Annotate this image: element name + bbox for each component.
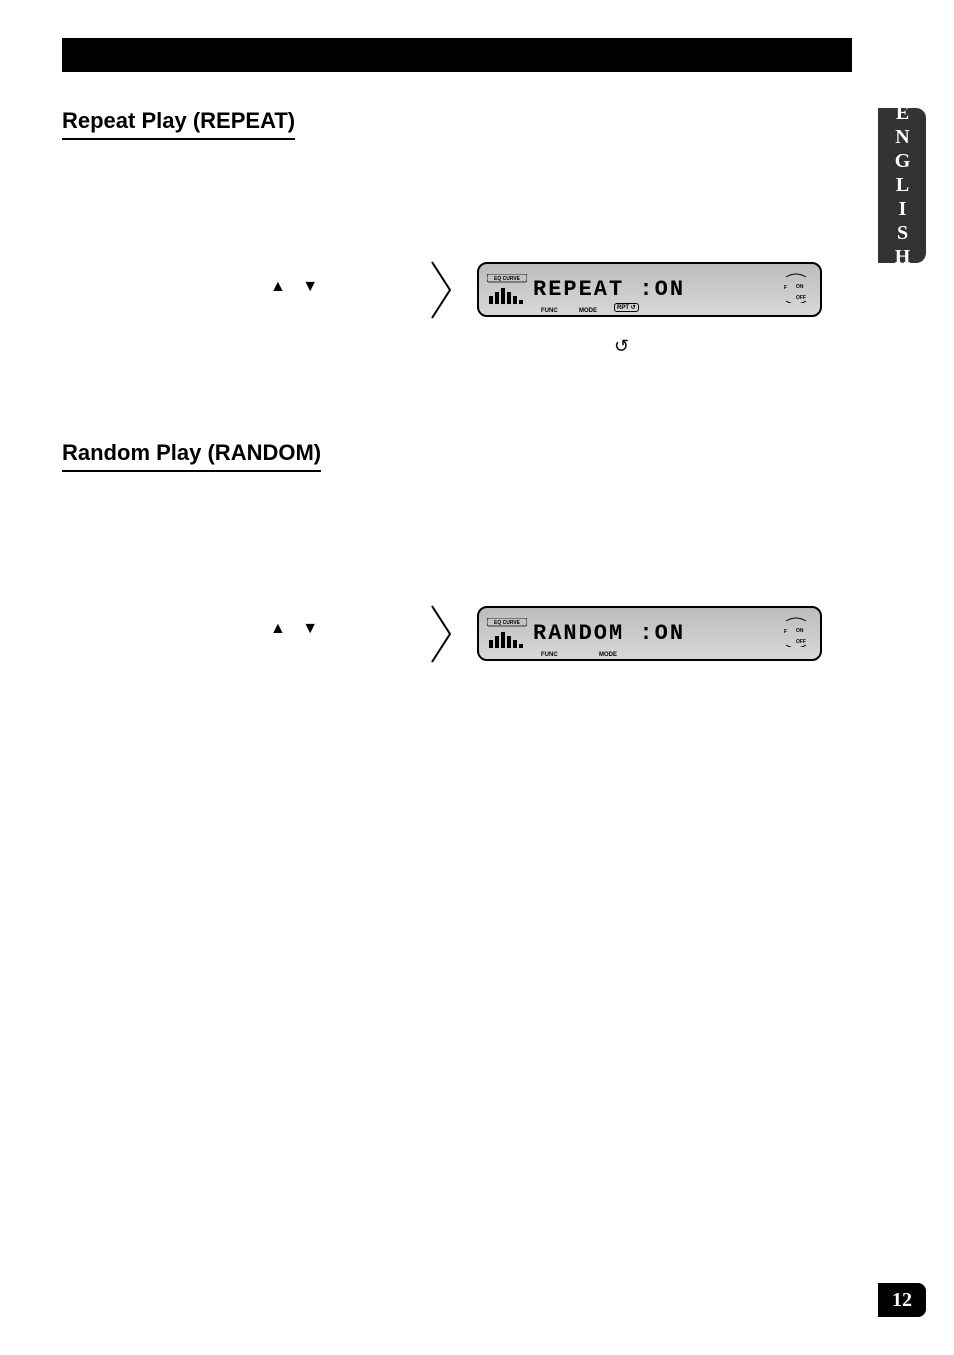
func-label: FUNC — [541, 308, 558, 314]
header-black-bar — [62, 38, 852, 72]
svg-text:ON: ON — [796, 284, 804, 290]
lcd-text: REPEAT :ON — [533, 277, 782, 302]
page-number: 12 — [878, 1283, 926, 1317]
svg-text:EQ CURVE: EQ CURVE — [494, 276, 521, 282]
repeat-callout-icon: ↺ — [614, 336, 629, 357]
chevron-right-icon — [430, 604, 454, 664]
svg-text:OFF: OFF — [796, 295, 806, 301]
rpt-label: RPT ↺ — [614, 303, 639, 312]
on-off-indicator: F ON OFF — [782, 273, 812, 306]
mode-label: MODE — [599, 652, 617, 658]
svg-text:OFF: OFF — [796, 639, 806, 645]
up-down-indicator: ▲ ▼ — [270, 278, 324, 296]
on-off-indicator: F ON OFF — [782, 617, 812, 650]
mode-label: MODE — [579, 308, 597, 314]
svg-text:ON: ON — [796, 628, 804, 634]
lcd-text: RANDOM :ON — [533, 621, 782, 646]
svg-text:F: F — [784, 629, 787, 635]
section-heading-random: Random Play (RANDOM) — [62, 440, 321, 472]
chevron-right-icon — [430, 260, 454, 320]
equalizer-icon: EQ CURVE — [487, 274, 527, 306]
section-heading-repeat: Repeat Play (REPEAT) — [62, 108, 295, 140]
equalizer-icon: EQ CURVE — [487, 618, 527, 650]
svg-text:EQ CURVE: EQ CURVE — [494, 620, 521, 626]
up-down-indicator: ▲ ▼ — [270, 620, 324, 638]
rpt-text: RPT — [617, 305, 629, 311]
lcd-display-random: EQ CURVE RANDOM :ON F ON OFF — [477, 606, 822, 661]
svg-text:F: F — [784, 285, 787, 291]
func-label: FUNC — [541, 652, 558, 658]
language-tab: ENGLISH — [878, 108, 926, 263]
lcd-display-repeat: EQ CURVE REPEAT :ON F ON OFF — [477, 262, 822, 317]
